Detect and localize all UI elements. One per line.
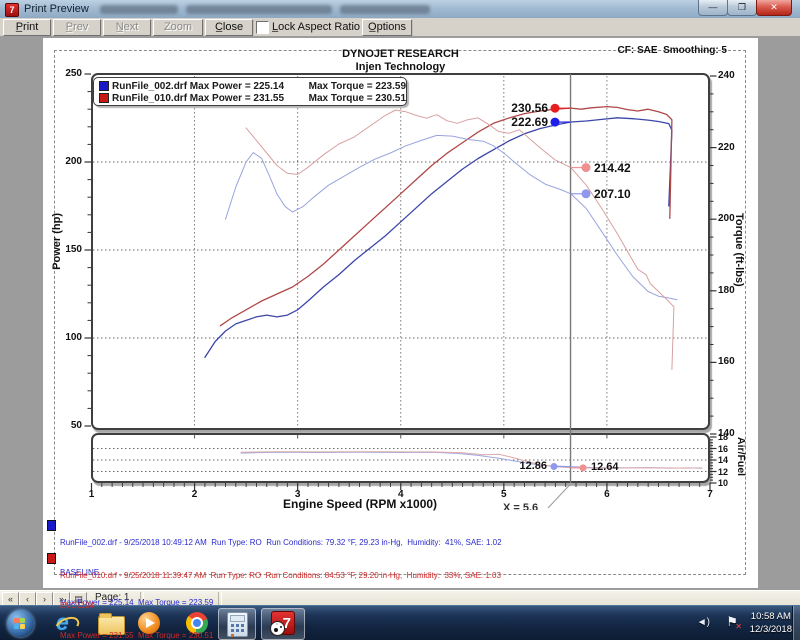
legend-text2: Max Torque = 230.51 — [309, 93, 406, 104]
run2-swatch — [47, 553, 56, 564]
legend-swatch-red — [99, 93, 109, 103]
print-button[interactable]: P̲rint — [3, 19, 51, 36]
x-axis-title: Engine Speed (RPM x1000) — [283, 497, 437, 511]
lock-aspect-ratio-label: L̲ock Aspect Ratio — [272, 21, 360, 33]
legend-text: RunFile_010.drf Max Power = 231.55 — [112, 93, 309, 104]
close-preview-button[interactable]: C̲lose — [205, 19, 253, 36]
toolbar: P̲rint P̲rev N̲ext Zoom O̲ut C̲lose L̲oc… — [0, 18, 800, 37]
redacted-title-text — [100, 5, 178, 14]
prev-button[interactable]: P̲rev — [53, 19, 101, 36]
clock-date: 12/3/2018 — [750, 623, 792, 636]
close-window-button[interactable]: ✕ — [756, 0, 792, 16]
preview-area: DYNOJET RESEARCH Injen Technology CF: SA… — [0, 36, 800, 590]
lock-aspect-ratio-checkbox[interactable] — [256, 21, 269, 34]
cursor-x-value: X = 5.6 — [503, 503, 551, 510]
redacted-title-text — [340, 5, 430, 14]
run1-swatch — [47, 520, 56, 531]
print-preview-window: 7 Print Preview — ❐ ✕ P̲rint P̲rev N̲ext… — [0, 0, 800, 640]
clock-time: 10:58 AM — [750, 610, 792, 623]
run2-line1: RunFile_010.drf - 9/25/2018 11:39:47 AM … — [60, 571, 501, 581]
chart-legend: RunFile_002.drf Max Power = 225.14 Max T… — [93, 77, 407, 106]
action-center-alert: ✕ — [735, 622, 742, 631]
power-torque-plot — [91, 73, 710, 430]
air-fuel-plot — [91, 433, 710, 483]
legend-swatch-blue — [99, 81, 109, 91]
show-desktop-button[interactable] — [792, 606, 800, 640]
legend-row: RunFile_002.drf Max Power = 225.14 Max T… — [99, 80, 406, 92]
torque-axis-title: Torque (ft-lbs) — [733, 213, 745, 287]
run2-info: RunFile_010.drf - 9/25/2018 11:39:47 AM … — [60, 551, 501, 640]
af-axis-title: Air/Fuel — [735, 437, 747, 476]
window-title: Print Preview — [24, 3, 89, 15]
windows-logo-icon — [14, 618, 19, 623]
redacted-title-text — [186, 5, 332, 14]
run2-line2: EVO1104 — [60, 601, 501, 611]
power-axis-title: Power (hp) — [51, 213, 63, 270]
taskbar-clock[interactable]: 10:58 AM 12/3/2018 — [750, 610, 792, 636]
legend-text: RunFile_002.drf Max Power = 225.14 — [112, 81, 309, 92]
run2-line3: Max Power = 231.55 Max Torque = 230.51 — [60, 631, 501, 640]
minimize-button[interactable]: — — [698, 0, 728, 16]
correction-factor-label: CF: SAE Smoothing: 5 — [618, 45, 727, 56]
zoom-out-button[interactable]: Zoom O̲ut — [153, 19, 203, 36]
legend-text2: Max Torque = 223.59 — [309, 81, 406, 92]
titlebar: 7 Print Preview — ❐ ✕ — [0, 0, 800, 19]
next-button[interactable]: N̲ext — [103, 19, 151, 36]
app-icon: 7 — [5, 3, 19, 17]
restore-button[interactable]: ❐ — [727, 0, 757, 16]
start-button[interactable] — [7, 610, 34, 637]
report-subtitle: Injen Technology — [43, 61, 758, 73]
report-page: DYNOJET RESEARCH Injen Technology CF: SA… — [43, 38, 758, 588]
volume-icon[interactable]: ◄) — [697, 617, 710, 628]
run1-line1: RunFile_002.drf - 9/25/2018 10:49:12 AM … — [60, 538, 502, 548]
legend-row: RunFile_010.drf Max Power = 231.55 Max T… — [99, 92, 406, 104]
options-button[interactable]: O̲ptions — [362, 19, 412, 36]
